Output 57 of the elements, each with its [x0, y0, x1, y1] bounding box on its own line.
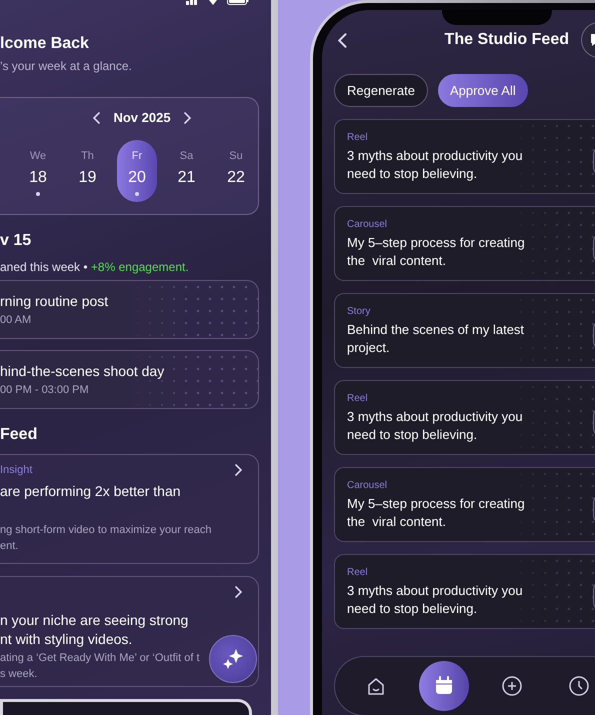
post-card[interactable]: Reel 3 myths about productivity you need to stop believing.	[334, 380, 595, 455]
post-title: 3 myths about productivity you need to stop believing.	[347, 146, 524, 182]
post-title: 3 myths about productivity you need to stop believing.	[347, 582, 524, 618]
date-pill[interactable]: Sa 21	[166, 140, 206, 202]
post-card[interactable]: Story Behind the scenes of my latest project.	[334, 293, 595, 368]
post-card[interactable]: Reel 3 myths about productivity you need to stop believing.	[334, 119, 595, 194]
insight-tag: Insight	[0, 464, 32, 476]
post-type: Carousel	[347, 478, 388, 492]
approve-button[interactable]: Approve All	[438, 74, 528, 107]
signal-icon	[186, 0, 199, 5]
insight-text: ng short-form video to maximize your reach ent.	[0, 523, 212, 554]
post-type: Reel	[347, 130, 369, 144]
clock-icon	[567, 674, 591, 698]
chevron-right-icon[interactable]	[234, 586, 242, 598]
chevron-left-icon[interactable]	[338, 32, 348, 48]
regenerate-button[interactable]: Regenerate	[334, 74, 428, 107]
date-pill[interactable]: We 18	[18, 140, 58, 202]
date-pill[interactable]: Su 22	[216, 140, 256, 202]
week-summary: aned this week • +8% engagement.	[0, 259, 190, 275]
post-title: Behind the scenes of my latest project.	[347, 320, 526, 356]
event-time: 00 AM	[0, 313, 32, 327]
post-title: My 5–step process for creating the viral content.	[347, 234, 526, 270]
welcome-heading: lcome Back	[0, 34, 90, 54]
insight-text: ating a ‘Get Ready With Me’ or ‘Outfit of t s week.	[0, 651, 200, 682]
post-type: Carousel	[347, 218, 388, 232]
insight-title: are performing 2x better than	[0, 482, 181, 501]
insight-card[interactable]: Insight are performing 2x better than ng short-form video to maximize your reach ent.	[0, 454, 259, 564]
add-icon	[500, 674, 524, 698]
wifi-icon	[208, 0, 218, 5]
date-pill[interactable]: Th 19	[68, 140, 108, 202]
event-card[interactable]: hind-the-scenes shoot day 00 PM - 03:00 PM	[0, 350, 259, 409]
day-heading: v 15	[0, 231, 32, 251]
screen-title: The Studio Feed	[444, 31, 569, 49]
date-pill[interactable]: Fr 20	[117, 140, 157, 202]
sparkle-icon	[221, 647, 245, 671]
chevron-right-icon[interactable]	[182, 112, 191, 124]
post-card[interactable]: Reel 3 myths about productivity you need to stop believing.	[334, 554, 595, 629]
event-title: rning routine post	[0, 292, 110, 310]
insight-title: n your niche are seeing strong nt with styling videos.	[0, 611, 188, 649]
section-heading: Feed	[0, 425, 38, 445]
sparkle-button[interactable]	[209, 635, 257, 683]
post-title: My 5–step process for creating the viral content.	[347, 494, 526, 530]
month-label: Nov 2025	[113, 109, 171, 127]
post-card[interactable]: Carousel My 5–step process for creating the viral content.	[334, 206, 595, 281]
post-title: 3 myths about productivity you need to stop believing.	[347, 408, 524, 444]
post-type: Reel	[347, 392, 369, 406]
event-card[interactable]: rning routine post 00 AM	[0, 280, 259, 339]
post-type: Story	[347, 304, 372, 318]
post-card[interactable]: Carousel My 5–step process for creating the viral content.	[334, 467, 595, 542]
nav-tab[interactable]	[419, 661, 469, 711]
welcome-subtitle: ’s your week at a glance.	[0, 58, 133, 74]
event-time: 00 PM - 03:00 PM	[0, 383, 90, 397]
insight-card[interactable]: n your niche are seeing strong nt with styling videos. ating a ‘Get Ready With Me’ or ‘Outfit of t s week.	[0, 576, 259, 687]
event-title: hind-the-scenes shoot day	[0, 362, 166, 380]
chevron-left-icon[interactable]	[93, 112, 102, 124]
chevron-right-icon[interactable]	[234, 464, 242, 476]
post-type: Reel	[347, 566, 369, 580]
